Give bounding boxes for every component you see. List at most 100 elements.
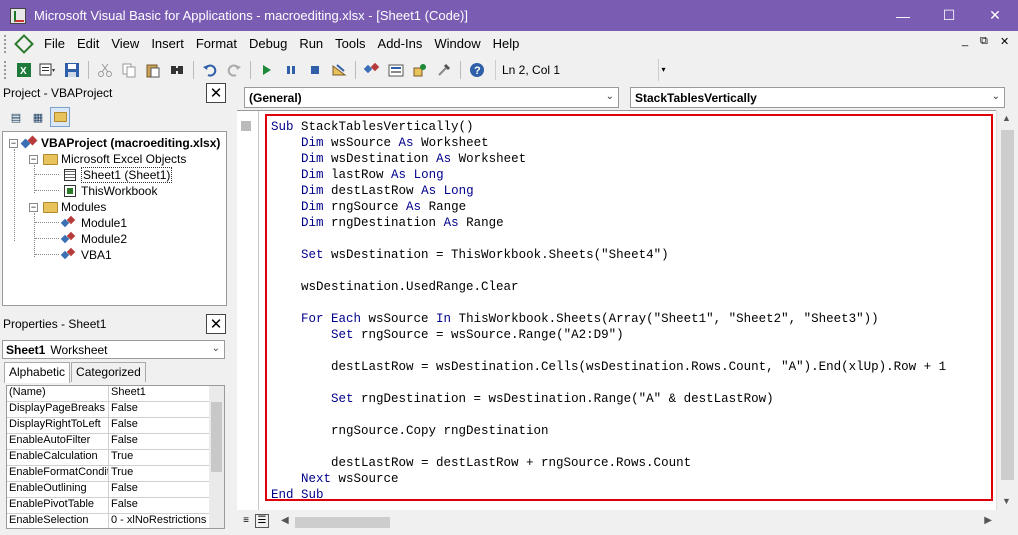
chevron-down-icon[interactable]: ⌄ (212, 343, 220, 354)
collapse-icon[interactable]: − (29, 202, 38, 212)
property-row[interactable]: EnableSelection 0 - xlNoRestrictions (7, 514, 224, 528)
code-line[interactable] (271, 375, 946, 391)
menu-file[interactable]: File (38, 34, 71, 54)
find-icon[interactable] (166, 59, 188, 81)
cut-icon[interactable] (94, 59, 116, 81)
code-line[interactable]: For Each wsSource In ThisWorkbook.Sheets… (271, 311, 946, 327)
project-panel-close-button[interactable]: ✕ (206, 83, 226, 103)
code-line[interactable]: Sub StackTablesVertically() (271, 119, 946, 135)
scroll-thumb[interactable] (1001, 130, 1014, 480)
scroll-down-arrow[interactable]: ▼ (1002, 496, 1011, 506)
code-editor[interactable]: Sub StackTablesVertically() Dim wsSource… (237, 110, 996, 511)
code-line[interactable]: wsDestination.UsedRange.Clear (271, 279, 946, 295)
design-mode-icon[interactable] (328, 59, 350, 81)
vba-menu-icon[interactable] (14, 35, 34, 53)
code-line[interactable]: destLastRow = wsDestination.Cells(wsDest… (271, 359, 946, 375)
tab-categorized[interactable]: Categorized (71, 362, 146, 382)
property-row[interactable]: DisplayPageBreaks False (7, 402, 224, 418)
chevron-down-icon[interactable]: ⌄ (992, 91, 1000, 102)
view-code-icon[interactable]: ▤ (6, 107, 26, 127)
menu-window[interactable]: Window (428, 34, 486, 54)
code-horizontal-scrollbar[interactable]: ◀ ▶ (279, 514, 994, 530)
menu-insert[interactable]: Insert (145, 34, 190, 54)
tree-node-modules[interactable]: − Modules (29, 199, 106, 215)
menu-edit[interactable]: Edit (71, 34, 105, 54)
panel-splitter[interactable] (229, 83, 237, 535)
tree-node-excel-objects[interactable]: − Microsoft Excel Objects (29, 151, 186, 167)
full-module-view-icon[interactable]: ☰ (255, 514, 269, 528)
mdi-minimize-button[interactable]: _ (962, 35, 968, 47)
properties-object-select[interactable]: Sheet1 Worksheet ⌄ (2, 340, 225, 359)
properties-scrollbar[interactable] (209, 386, 224, 528)
minimize-button[interactable]: — (880, 0, 926, 31)
close-button[interactable]: ✕ (972, 0, 1018, 31)
property-value[interactable]: False (109, 498, 224, 513)
code-line[interactable]: Dim destLastRow As Long (271, 183, 946, 199)
view-object-icon[interactable]: ▦ (28, 107, 48, 127)
code-line[interactable] (271, 343, 946, 359)
paste-icon[interactable] (142, 59, 164, 81)
code-vertical-scrollbar[interactable]: ▲ ▼ (996, 110, 1018, 510)
code-line[interactable] (271, 407, 946, 423)
property-row[interactable]: EnableOutlining False (7, 482, 224, 498)
menu-debug[interactable]: Debug (243, 34, 293, 54)
code-line[interactable]: Dim rngDestination As Range (271, 215, 946, 231)
code-line[interactable]: rngSource.Copy rngDestination (271, 423, 946, 439)
property-row[interactable]: EnableFormatConditi True (7, 466, 224, 482)
tree-node-thisworkbook[interactable]: ThisWorkbook (62, 183, 157, 199)
property-row[interactable]: EnablePivotTable False (7, 498, 224, 514)
code-line[interactable] (271, 439, 946, 455)
scroll-thumb[interactable] (211, 402, 222, 472)
property-value[interactable]: 0 - xlNoRestrictions (109, 514, 224, 528)
menu-grip[interactable] (4, 35, 10, 53)
procedure-view-icon[interactable]: ≡ (239, 514, 253, 528)
scroll-thumb[interactable] (295, 517, 390, 528)
property-value[interactable]: True (109, 466, 224, 481)
reset-icon[interactable] (304, 59, 326, 81)
code-line[interactable]: Next wsSource (271, 471, 946, 487)
property-row[interactable]: DisplayRightToLeft False (7, 418, 224, 434)
undo-icon[interactable] (199, 59, 221, 81)
menu-add-ins[interactable]: Add-Ins (372, 34, 429, 54)
menu-help[interactable]: Help (487, 34, 526, 54)
collapse-icon[interactable]: − (9, 138, 18, 148)
menu-format[interactable]: Format (190, 34, 243, 54)
menu-view[interactable]: View (105, 34, 145, 54)
code-line[interactable] (271, 295, 946, 311)
toolbar-grip[interactable] (4, 61, 8, 79)
mdi-close-button[interactable]: ✕ (1000, 35, 1009, 48)
property-row[interactable]: EnableCalculation True (7, 450, 224, 466)
object-browser-icon[interactable] (409, 59, 431, 81)
code-line[interactable]: End Sub (271, 487, 946, 499)
scroll-left-arrow[interactable]: ◀ (281, 515, 289, 526)
scroll-right-arrow[interactable]: ▶ (984, 515, 992, 526)
property-value[interactable]: Sheet1 (109, 386, 224, 401)
insert-module-icon[interactable] (37, 59, 59, 81)
mdi-restore-button[interactable]: ⧉ (980, 35, 988, 48)
code-text[interactable]: Sub StackTablesVertically() Dim wsSource… (271, 119, 946, 499)
property-row[interactable]: (Name) Sheet1 (7, 386, 224, 402)
property-value[interactable]: False (109, 482, 224, 497)
menu-tools[interactable]: Tools (329, 34, 371, 54)
code-margin[interactable] (237, 111, 259, 511)
project-explorer-icon[interactable] (361, 59, 383, 81)
break-icon[interactable] (280, 59, 302, 81)
menu-run[interactable]: Run (293, 34, 329, 54)
property-value[interactable]: False (109, 418, 224, 433)
code-line[interactable]: Set rngDestination = wsDestination.Range… (271, 391, 946, 407)
help-icon[interactable]: ? (466, 59, 488, 81)
property-value[interactable]: False (109, 402, 224, 417)
code-line[interactable] (271, 231, 946, 247)
run-icon[interactable] (256, 59, 278, 81)
vba-app-icon[interactable] (10, 7, 26, 24)
toggle-folders-icon[interactable] (50, 107, 70, 127)
property-value[interactable]: True (109, 450, 224, 465)
maximize-button[interactable]: ☐ (926, 0, 972, 31)
code-line[interactable]: Dim rngSource As Range (271, 199, 946, 215)
code-line[interactable]: Set rngSource = wsSource.Range("A2:D9") (271, 327, 946, 343)
tree-node-vba1[interactable]: VBA1 (62, 247, 112, 263)
property-row[interactable]: EnableAutoFilter False (7, 434, 224, 450)
tree-node-vbaproject[interactable]: − VBAProject (macroediting.xlsx) (9, 135, 220, 151)
tree-node-module1[interactable]: Module1 (62, 215, 127, 231)
properties-panel-close-button[interactable]: ✕ (206, 314, 226, 334)
